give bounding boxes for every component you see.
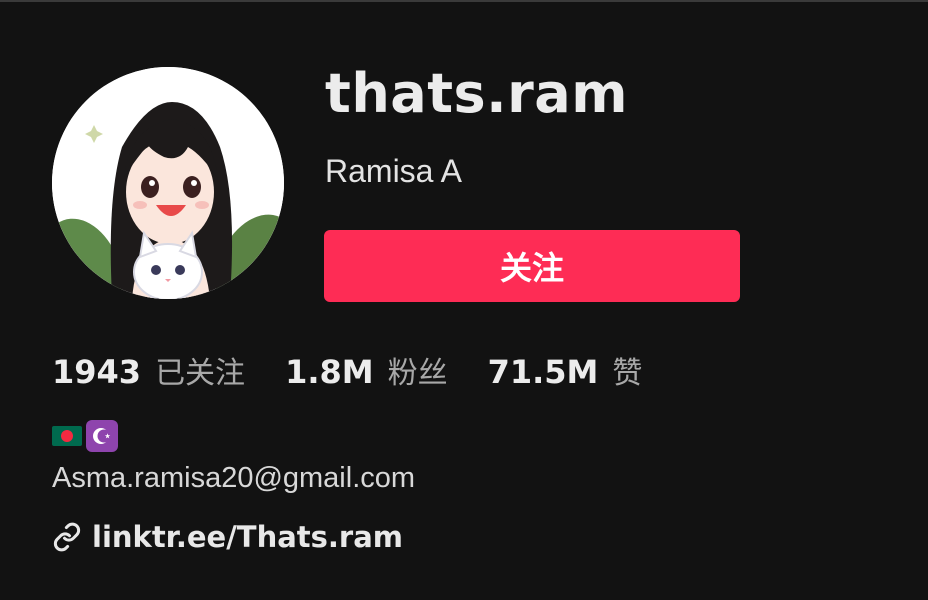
stat-following[interactable]: 1943 已关注 [52,348,245,392]
following-count: 1943 [52,353,142,391]
avatar[interactable] [52,67,284,299]
bio-emojis [52,420,118,452]
bio-email: Asma.ramisa20@gmail.com [52,462,416,494]
bangladesh-flag-icon [52,426,82,446]
follow-button[interactable]: 关注 [324,230,740,302]
display-name: Ramisa A [325,153,462,189]
likes-label: 赞 [612,356,643,391]
link-text: linktr.ee/Thats.ram [92,520,404,554]
stat-likes: 71.5M 赞 [488,348,643,392]
stat-followers[interactable]: 1.8M 粉丝 [285,348,448,392]
top-divider [0,0,928,2]
following-label: 已关注 [155,356,246,391]
likes-count: 71.5M [487,353,599,391]
username: thats.ram [325,62,629,125]
followers-count: 1.8M [285,353,374,391]
stats-row: 1943 已关注 1.8M 粉丝 71.5M 赞 [52,348,682,392]
followers-label: 粉丝 [387,356,448,391]
profile-link[interactable]: linktr.ee/Thats.ram [52,520,403,554]
star-and-crescent-icon [86,420,118,452]
avatar-illustration [52,67,284,299]
link-icon [52,522,82,552]
